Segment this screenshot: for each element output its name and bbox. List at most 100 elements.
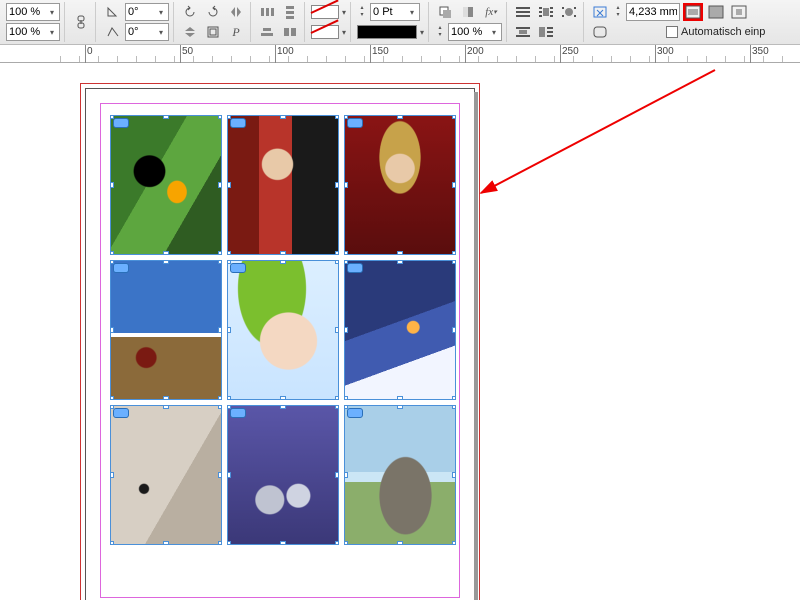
wrap-bounding-icon[interactable] [536, 3, 556, 21]
select-container-icon[interactable] [203, 23, 223, 41]
selection-handle[interactable] [163, 405, 169, 409]
selection-handle[interactable] [227, 260, 231, 264]
selection-handle[interactable] [397, 251, 403, 255]
image-frame-baby[interactable] [227, 260, 339, 400]
rotate-ccw-icon[interactable] [180, 3, 200, 21]
selection-handle[interactable] [227, 115, 231, 119]
fit-content-proportionally-icon[interactable] [683, 3, 703, 21]
selection-handle[interactable] [218, 405, 222, 409]
rotate-cw-icon[interactable] [203, 3, 223, 21]
selection-handle[interactable] [163, 115, 169, 119]
gap-spinner[interactable]: ▴▾ [613, 3, 623, 21]
rotate-value-top[interactable] [128, 6, 156, 18]
selection-handle[interactable] [344, 541, 348, 545]
selection-handle[interactable] [344, 396, 348, 400]
selection-handle[interactable] [110, 251, 114, 255]
selection-handle[interactable] [218, 260, 222, 264]
selection-handle[interactable] [227, 327, 231, 333]
selection-handle[interactable] [218, 541, 222, 545]
selection-handle[interactable] [227, 405, 231, 409]
dropdown-caret-icon[interactable]: ▾ [407, 5, 417, 19]
frame-scale-combo[interactable]: ▾ [448, 23, 502, 41]
selection-handle[interactable] [218, 327, 222, 333]
dropdown-caret-icon[interactable]: ▾ [47, 25, 57, 39]
selection-handle[interactable] [452, 251, 456, 255]
selection-handle[interactable] [452, 260, 456, 264]
image-frame-blonde[interactable] [344, 115, 456, 255]
stroke-weight-spinner[interactable]: ▴▾ [357, 3, 367, 21]
wrap-shape-icon[interactable] [559, 3, 579, 21]
selection-handle[interactable] [280, 115, 286, 119]
selection-handle[interactable] [344, 405, 348, 409]
selection-handle[interactable] [110, 115, 114, 119]
opacity-icon[interactable] [458, 3, 478, 21]
selection-handle[interactable] [344, 251, 348, 255]
horizontal-ruler[interactable]: 050100150200250300350 [0, 45, 800, 63]
selection-handle[interactable] [344, 260, 348, 264]
selection-handle[interactable] [110, 327, 114, 333]
flip-horizontal-icon[interactable] [226, 3, 246, 21]
selection-handle[interactable] [335, 115, 339, 119]
fill-swatch-none[interactable] [311, 5, 339, 19]
selection-handle[interactable] [452, 472, 456, 478]
fx-icon[interactable]: fx▾ [481, 3, 501, 21]
selection-handle[interactable] [452, 115, 456, 119]
selection-handle[interactable] [280, 541, 286, 545]
selection-handle[interactable] [344, 472, 348, 478]
fit-frame-to-content-icon[interactable] [590, 3, 610, 21]
auto-fit-checkbox[interactable] [666, 26, 678, 38]
selection-handle[interactable] [452, 541, 456, 545]
selection-handle[interactable] [163, 260, 169, 264]
selection-handle[interactable] [280, 405, 286, 409]
selection-handle[interactable] [110, 396, 114, 400]
selection-handle[interactable] [397, 115, 403, 119]
canvas[interactable] [0, 63, 800, 600]
selection-handle[interactable] [227, 182, 231, 188]
dropdown-caret-icon[interactable]: ▾ [420, 28, 424, 37]
selection-handle[interactable] [280, 251, 286, 255]
selection-handle[interactable] [110, 472, 114, 478]
selection-handle[interactable] [218, 472, 222, 478]
selection-handle[interactable] [344, 115, 348, 119]
gap-combo[interactable] [626, 3, 680, 21]
dropdown-caret-icon[interactable]: ▾ [342, 8, 346, 17]
align-center-icon[interactable] [257, 23, 277, 41]
dropdown-caret-icon[interactable]: ▾ [156, 25, 166, 39]
selection-handle[interactable] [227, 472, 231, 478]
chain-link-icon[interactable] [71, 13, 91, 31]
dropdown-caret-icon[interactable]: ▾ [156, 5, 166, 19]
selection-handle[interactable] [452, 405, 456, 409]
image-frame-rabbit[interactable] [110, 405, 222, 545]
fill-frame-proportionally-icon[interactable] [706, 3, 726, 21]
image-frame-driver[interactable] [227, 115, 339, 255]
selection-handle[interactable] [227, 541, 231, 545]
selection-handle[interactable] [227, 251, 231, 255]
drop-shadow-icon[interactable] [435, 3, 455, 21]
selection-handle[interactable] [218, 251, 222, 255]
selection-handle[interactable] [335, 327, 339, 333]
rotate-combo-bottom[interactable]: ▾ [125, 23, 169, 41]
zoom-value-bottom[interactable] [9, 26, 47, 38]
selection-handle[interactable] [335, 182, 339, 188]
wrap-column-icon[interactable] [536, 23, 556, 41]
dropdown-caret-icon[interactable]: ▾ [47, 5, 57, 19]
center-content-icon[interactable] [729, 3, 749, 21]
dropdown-caret-icon[interactable]: ▾ [489, 25, 499, 39]
selection-handle[interactable] [335, 260, 339, 264]
zoom-combo-top[interactable]: ▾ [6, 3, 60, 21]
selection-handle[interactable] [452, 327, 456, 333]
rotate-combo-top[interactable]: ▾ [125, 3, 169, 21]
flip-vertical-icon[interactable] [180, 23, 200, 41]
text-on-path-icon[interactable]: P [226, 23, 246, 41]
image-frame-tractor[interactable] [110, 260, 222, 400]
selection-handle[interactable] [110, 182, 114, 188]
dropdown-caret-icon[interactable]: ▾ [342, 28, 346, 37]
frame-scale-spinner[interactable]: ▴▾ [435, 23, 445, 41]
corner-options-icon[interactable] [590, 23, 610, 41]
selection-handle[interactable] [218, 396, 222, 400]
align-edges-icon[interactable] [280, 23, 300, 41]
selection-handle[interactable] [163, 251, 169, 255]
stroke-weight-value[interactable] [373, 6, 407, 18]
selection-handle[interactable] [110, 260, 114, 264]
image-frame-toucan[interactable] [110, 115, 222, 255]
